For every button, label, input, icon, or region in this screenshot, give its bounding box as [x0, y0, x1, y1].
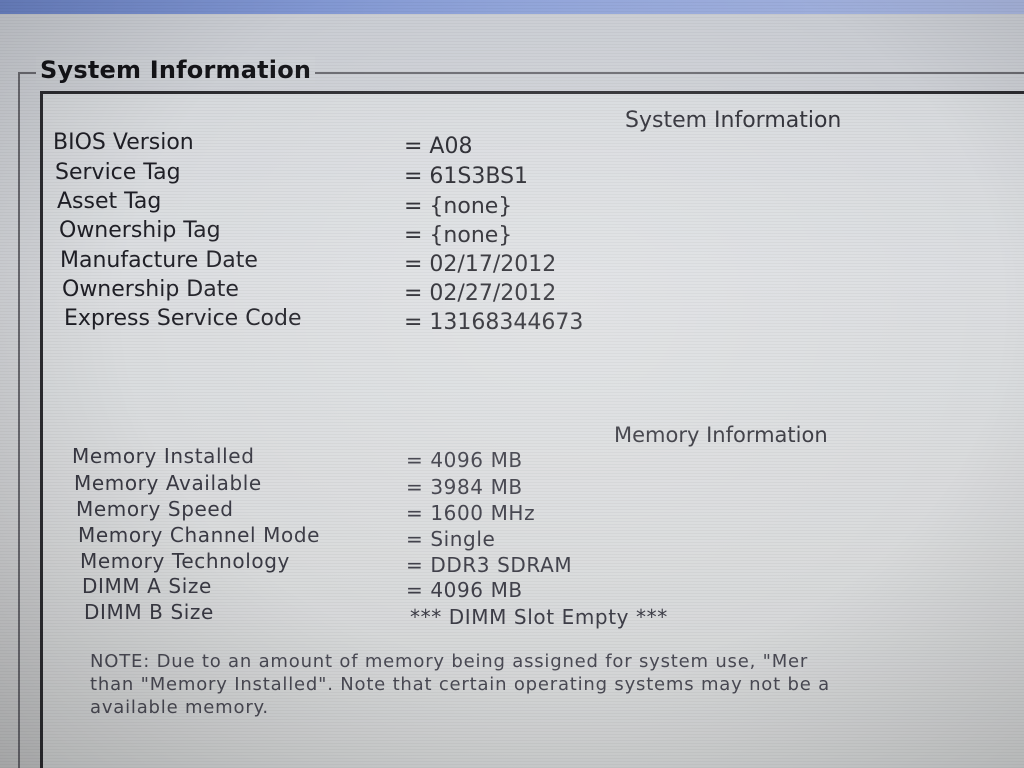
bios-version-label: BIOS Version	[53, 130, 194, 155]
dimm-b-size-value: *** DIMM Slot Empty ***	[410, 605, 668, 629]
memory-channel-mode-value: = Single	[406, 527, 496, 551]
memory-speed-label: Memory Speed	[76, 497, 234, 521]
ownership-tag-label: Ownership Tag	[59, 218, 221, 243]
memory-installed-label: Memory Installed	[72, 444, 255, 468]
memory-available-label: Memory Available	[74, 471, 262, 495]
memory-available-value: = 3984 MB	[406, 475, 523, 499]
asset-tag-label: Asset Tag	[57, 189, 162, 214]
note-line: available memory.	[90, 697, 269, 718]
ownership-tag-value: = {none}	[404, 223, 513, 248]
memory-section-title: Memory Information	[614, 423, 828, 447]
asset-tag-value: = {none}	[404, 194, 513, 219]
dimm-a-size-value: = 4096 MB	[406, 578, 523, 602]
memory-note: NOTE: Due to an amount of memory being a…	[90, 650, 1020, 719]
express-service-code-value: = 13168344673	[404, 310, 584, 335]
dimm-a-size-label: DIMM A Size	[82, 574, 212, 598]
express-service-code-label: Express Service Code	[64, 306, 302, 331]
manufacture-date-value: = 02/17/2012	[404, 252, 557, 277]
system-section-title: System Information	[625, 108, 842, 133]
memory-channel-mode-label: Memory Channel Mode	[78, 523, 321, 547]
memory-installed-value: = 4096 MB	[406, 448, 523, 472]
memory-technology-value: = DDR3 SDRAM	[406, 553, 573, 577]
ownership-date-value: = 02/27/2012	[404, 281, 557, 306]
window-top-edge	[0, 0, 1024, 14]
ownership-date-label: Ownership Date	[62, 277, 239, 302]
dimm-b-size-label: DIMM B Size	[84, 600, 214, 624]
manufacture-date-label: Manufacture Date	[60, 248, 258, 273]
note-line: NOTE: Due to an amount of memory being a…	[90, 651, 809, 672]
service-tag-label: Service Tag	[55, 160, 181, 185]
bios-version-value: = A08	[404, 134, 473, 159]
note-line: than "Memory Installed". Note that certa…	[90, 674, 830, 695]
service-tag-value: = 61S3BS1	[404, 164, 529, 189]
group-title: System Information	[36, 56, 316, 84]
memory-technology-label: Memory Technology	[80, 549, 290, 573]
memory-speed-value: = 1600 MHz	[406, 501, 536, 525]
